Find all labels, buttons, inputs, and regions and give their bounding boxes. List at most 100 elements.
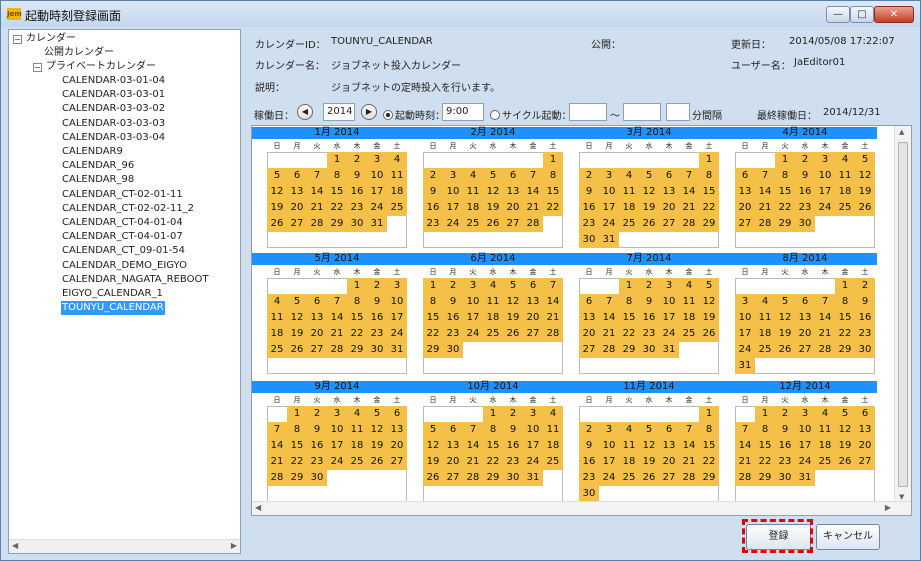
day-cell[interactable]: 18 [619, 200, 639, 216]
day-cell[interactable]: 1 [699, 406, 719, 422]
day-cell[interactable]: 17 [659, 310, 679, 326]
day-cell[interactable]: 3 [443, 168, 463, 184]
day-cell[interactable]: 10 [523, 422, 543, 438]
day-cell[interactable]: 30 [443, 342, 463, 358]
day-cell[interactable]: 20 [287, 200, 307, 216]
day-cell[interactable]: 1 [423, 278, 443, 294]
day-cell[interactable]: 30 [579, 232, 599, 248]
day-cell[interactable]: 29 [483, 470, 503, 486]
day-cell[interactable]: 8 [619, 294, 639, 310]
day-cell[interactable]: 17 [443, 200, 463, 216]
day-cell[interactable]: 11 [619, 438, 639, 454]
day-cell[interactable]: 21 [267, 454, 287, 470]
scroll-left-icon[interactable]: ◀ [12, 541, 18, 550]
day-cell[interactable]: 1 [483, 406, 503, 422]
day-cell[interactable]: 9 [855, 294, 875, 310]
day-cell[interactable]: 9 [795, 168, 815, 184]
day-cell[interactable]: 14 [599, 310, 619, 326]
day-cell[interactable]: 5 [367, 406, 387, 422]
day-cell[interactable]: 30 [855, 342, 875, 358]
day-cell[interactable]: 10 [443, 184, 463, 200]
day-cell[interactable]: 1 [543, 152, 563, 168]
day-cell[interactable]: 19 [699, 310, 719, 326]
day-cell[interactable]: 21 [523, 200, 543, 216]
day-cell[interactable]: 28 [755, 216, 775, 232]
day-cell[interactable]: 5 [423, 422, 443, 438]
day-cell[interactable]: 15 [483, 438, 503, 454]
day-cell[interactable]: 16 [579, 454, 599, 470]
day-cell[interactable]: 19 [775, 326, 795, 342]
day-cell[interactable]: 29 [755, 470, 775, 486]
day-cell[interactable]: 11 [347, 422, 367, 438]
day-cell[interactable]: 30 [579, 486, 599, 502]
day-cell[interactable]: 23 [423, 216, 443, 232]
day-cell[interactable]: 25 [619, 216, 639, 232]
day-cell[interactable]: 28 [679, 216, 699, 232]
day-cell[interactable]: 6 [307, 294, 327, 310]
day-cell[interactable]: 29 [775, 216, 795, 232]
year-field[interactable]: 2014 [323, 103, 355, 121]
day-cell[interactable]: 17 [367, 184, 387, 200]
tree-item-calendar[interactable]: CALENDAR_NAGATA_REBOOT [61, 273, 209, 287]
day-cell[interactable]: 22 [327, 200, 347, 216]
day-cell[interactable]: 20 [523, 310, 543, 326]
day-cell[interactable]: 2 [795, 152, 815, 168]
day-cell[interactable]: 29 [699, 470, 719, 486]
day-cell[interactable]: 15 [835, 310, 855, 326]
day-cell[interactable]: 7 [463, 422, 483, 438]
day-cell[interactable]: 26 [483, 216, 503, 232]
day-cell[interactable]: 4 [347, 406, 367, 422]
day-cell[interactable]: 10 [327, 422, 347, 438]
day-cell[interactable]: 20 [503, 200, 523, 216]
day-cell[interactable]: 23 [443, 326, 463, 342]
day-cell[interactable]: 3 [815, 152, 835, 168]
calendar-vertical-scrollbar[interactable]: ▲ ▼ [894, 126, 911, 503]
day-cell[interactable]: 7 [307, 168, 327, 184]
day-cell[interactable]: 29 [287, 470, 307, 486]
day-cell[interactable]: 28 [815, 342, 835, 358]
day-cell[interactable]: 26 [855, 200, 875, 216]
day-cell[interactable]: 2 [443, 278, 463, 294]
day-cell[interactable]: 25 [815, 454, 835, 470]
day-cell[interactable]: 15 [347, 310, 367, 326]
tree-horizontal-scrollbar[interactable]: ◀ ▶ [9, 539, 240, 553]
day-cell[interactable]: 14 [523, 184, 543, 200]
day-cell[interactable]: 8 [835, 294, 855, 310]
day-cell[interactable]: 8 [755, 422, 775, 438]
day-cell[interactable]: 20 [795, 326, 815, 342]
day-cell[interactable]: 28 [599, 342, 619, 358]
cycle-start-field[interactable] [569, 103, 607, 121]
day-cell[interactable]: 11 [483, 294, 503, 310]
day-cell[interactable]: 26 [287, 342, 307, 358]
close-button[interactable]: ✕ [874, 6, 914, 23]
day-cell[interactable]: 11 [755, 310, 775, 326]
day-cell[interactable]: 6 [795, 294, 815, 310]
day-cell[interactable]: 3 [463, 278, 483, 294]
day-cell[interactable]: 18 [483, 310, 503, 326]
day-cell[interactable]: 27 [579, 342, 599, 358]
day-cell[interactable]: 14 [327, 310, 347, 326]
day-cell[interactable]: 27 [387, 454, 407, 470]
day-cell[interactable]: 15 [699, 184, 719, 200]
day-cell[interactable]: 9 [307, 422, 327, 438]
day-cell[interactable]: 28 [735, 470, 755, 486]
day-cell[interactable]: 23 [855, 326, 875, 342]
day-cell[interactable]: 22 [287, 454, 307, 470]
day-cell[interactable]: 27 [659, 470, 679, 486]
day-cell[interactable]: 12 [855, 168, 875, 184]
day-cell[interactable]: 6 [579, 294, 599, 310]
register-button[interactable]: 登録 [746, 524, 811, 550]
day-cell[interactable]: 27 [735, 216, 755, 232]
scroll-right-icon[interactable]: ▶ [885, 503, 891, 512]
day-cell[interactable]: 28 [327, 342, 347, 358]
day-cell[interactable]: 13 [659, 184, 679, 200]
day-cell[interactable]: 2 [503, 406, 523, 422]
day-cell[interactable]: 27 [855, 454, 875, 470]
day-cell[interactable]: 16 [423, 200, 443, 216]
start-time-field[interactable]: 9:00 [442, 103, 484, 121]
day-cell[interactable]: 7 [679, 422, 699, 438]
day-cell[interactable]: 14 [735, 438, 755, 454]
day-cell[interactable]: 7 [267, 422, 287, 438]
day-cell[interactable]: 24 [659, 326, 679, 342]
day-cell[interactable]: 20 [659, 200, 679, 216]
